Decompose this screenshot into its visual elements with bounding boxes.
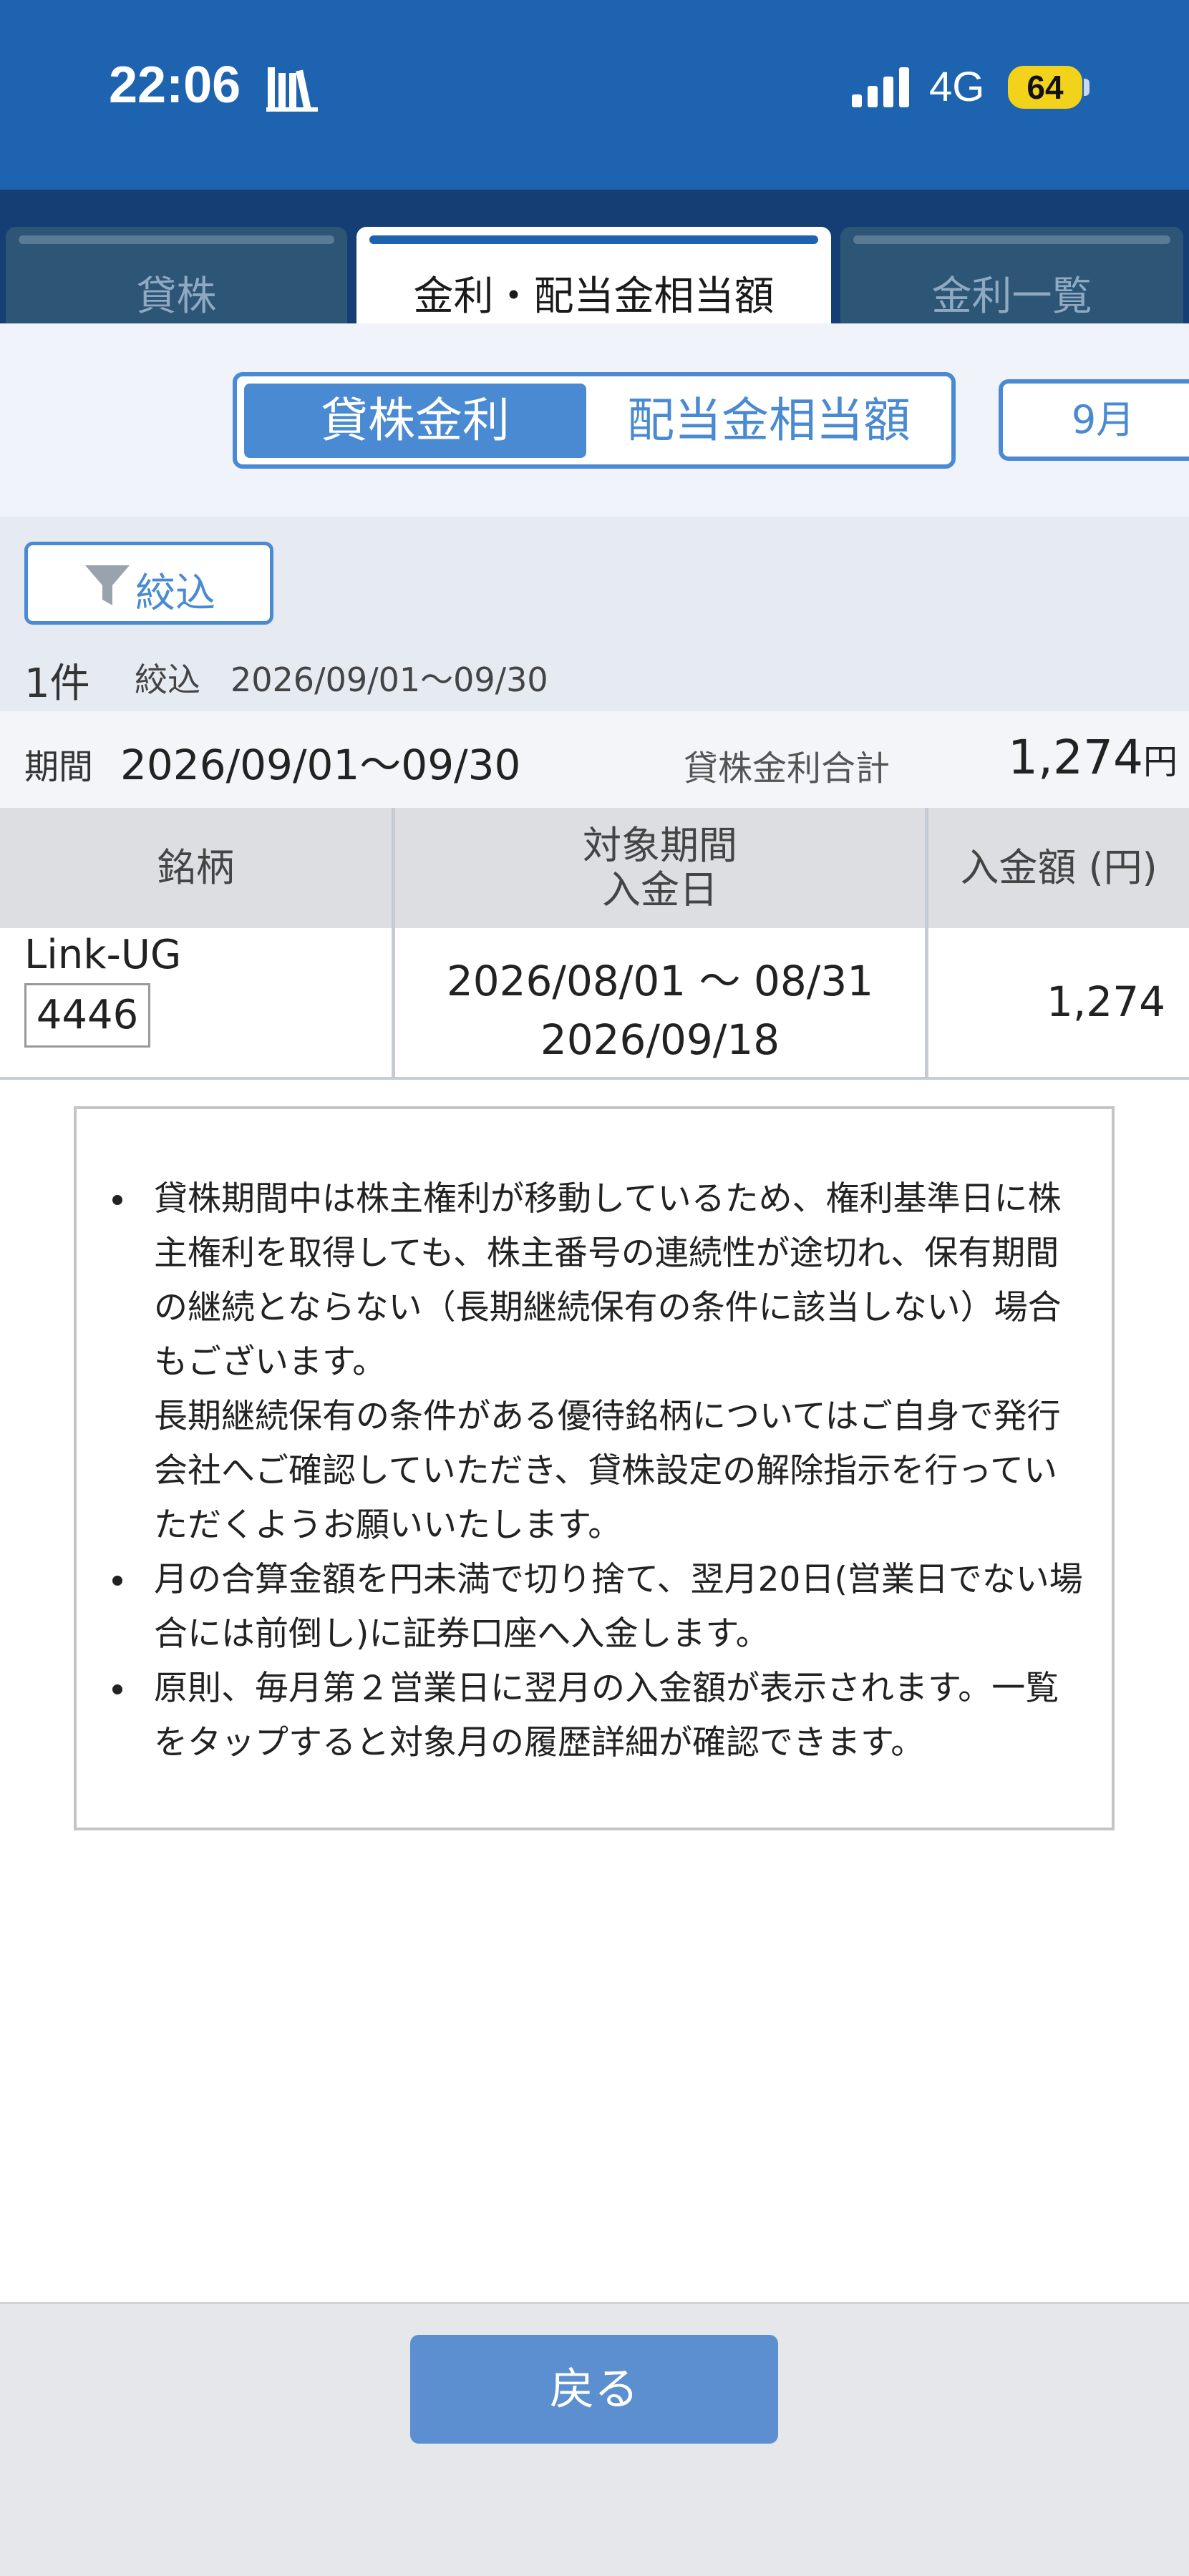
notice-text: 原則、毎月第２営業日に翌月の入金額が表示されます。一覧をタップすると対象月の履歴… [154, 1669, 1059, 1762]
notice-text: 貸株期間中は株主権利が移動しているため、権利基準日に株主権利を取得しても、株主番… [154, 1179, 1062, 1382]
tab-lending[interactable]: 貸株 [6, 227, 347, 323]
total-interest-value: 1,274円 [1008, 730, 1178, 785]
filter-summary: 絞込 2026/09/01〜09/30 [135, 654, 548, 701]
filter-button[interactable]: 絞込 [24, 542, 273, 625]
segment-lending-interest[interactable]: 貸株金利 [244, 384, 586, 458]
notice-text: 月の合算金額を円未満で切り捨て、翌月20日(営業日でない場合には前倒し)に証券口… [154, 1560, 1083, 1654]
tab-label: 金利一覧 [931, 273, 1092, 320]
filter-summary-range: 2026/09/01〜09/30 [230, 660, 548, 699]
notice-item: 月の合算金額を円未満で切り捨て、翌月20日(営業日でない場合には前倒し)に証券口… [110, 1553, 1090, 1662]
total-unit: 円 [1142, 742, 1178, 782]
network-label: 4G [929, 64, 985, 110]
column-divider [925, 808, 928, 1080]
stock-code: 4446 [24, 983, 150, 1048]
notice-box: 貸株期間中は株主権利が移動しているため、権利基準日に株主権利を取得しても、株主番… [74, 1106, 1115, 1830]
segment-dividend-equivalent[interactable]: 配当金相当額 [593, 384, 944, 458]
notice-item: 原則、毎月第２営業日に翌月の入金額が表示されます。一覧をタップすると対象月の履歴… [110, 1662, 1090, 1770]
total-amount: 1,274 [1008, 730, 1143, 785]
period-label: 期間 [24, 747, 94, 787]
signal-icon [852, 67, 909, 107]
status-time: 22:06 [109, 57, 241, 114]
header-period-line2: 入金日 [602, 867, 718, 912]
filter-summary-label: 絞込 [135, 660, 200, 699]
header-stock: 銘柄 [157, 844, 235, 890]
table-header: 銘柄 対象期間 入金日 入金額 (円) [0, 808, 1189, 928]
payment-amount: 1,274 [1046, 977, 1165, 1026]
tab-interest-list[interactable]: 金利一覧 [840, 227, 1183, 323]
filter-funnel-icon [85, 565, 130, 605]
tab-interest-dividend[interactable]: 金利・配当金相当額 [356, 227, 831, 323]
payment-date: 2026/09/18 [540, 1015, 780, 1064]
segmented-control: 貸株金利 配当金相当額 [233, 372, 956, 469]
notice-item: 貸株期間中は株主権利が移動しているため、権利基準日に株主権利を取得しても、株主番… [110, 1172, 1090, 1553]
stock-name: Link-UG [24, 932, 182, 978]
header-period: 対象期間 入金日 [395, 808, 925, 928]
month-selector-button[interactable]: 9月 [999, 379, 1189, 461]
header-amount: 入金額 (円) [960, 844, 1158, 890]
books-icon [266, 67, 318, 112]
notice-subtext: 長期継続保有の条件がある優待銘柄についてはご自身で発行会社へご確認していただき、… [154, 1397, 1061, 1545]
target-period-cell: 2026/08/01 〜 08/31 2026/09/18 [395, 952, 925, 1069]
status-bar: 22:06 4G 64 [0, 0, 1189, 190]
target-period: 2026/08/01 〜 08/31 [446, 957, 874, 1005]
notice-list: 貸株期間中は株主権利が移動しているため、権利基準日に株主権利を取得しても、株主番… [110, 1172, 1090, 1770]
battery-level: 64 [1027, 69, 1064, 106]
result-count: 1件 [24, 660, 90, 707]
filter-button-label: 絞込 [135, 570, 215, 617]
back-button[interactable]: 戻る [410, 2335, 778, 2444]
tab-label: 貸株 [136, 273, 217, 320]
header-period-line1: 対象期間 [583, 822, 737, 868]
tab-label: 金利・配当金相当額 [413, 273, 775, 320]
battery-icon: 64 [1008, 66, 1082, 109]
period-value: 2026/09/01〜09/30 [120, 741, 521, 789]
battery-cap [1084, 79, 1089, 96]
total-interest-label: 貸株金利合計 [684, 748, 890, 789]
